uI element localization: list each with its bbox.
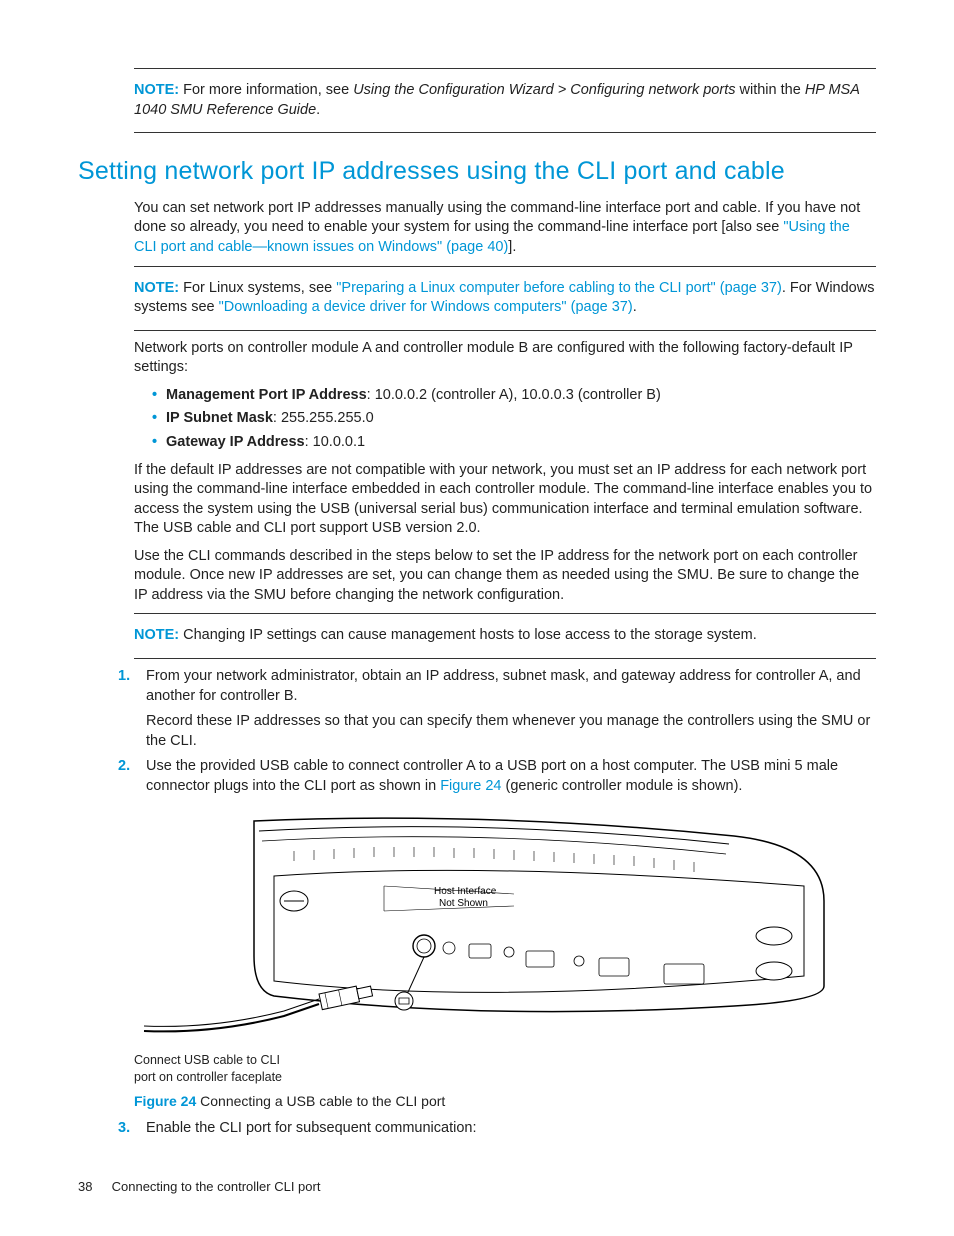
defaults-intro: Network ports on controller module A and…	[134, 339, 876, 378]
rule	[134, 613, 876, 614]
note-2: NOTE: For Linux systems, see "Preparing …	[134, 275, 876, 322]
bullet-gateway: Gateway IP Address: 10.0.0.1	[152, 433, 876, 453]
steps-list-cont: Enable the CLI port for subsequent commu…	[118, 1119, 876, 1139]
controller-diagram-svg: Host Interface Not Shown	[134, 806, 834, 1041]
rule	[134, 658, 876, 659]
para-incompatible: If the default IP addresses are not comp…	[134, 461, 876, 539]
rule	[134, 266, 876, 267]
note-text: .	[633, 299, 637, 315]
step-subtext: Record these IP addresses so that you ca…	[146, 712, 876, 751]
bullet-value: : 255.255.255.0	[273, 410, 374, 426]
bullet-value: : 10.0.0.2 (controller A), 10.0.0.3 (con…	[367, 387, 661, 403]
note-text: .	[316, 102, 320, 118]
bullet-label: Management Port IP Address	[166, 387, 367, 403]
para-cli-commands: Use the CLI commands described in the st…	[134, 547, 876, 606]
link-windows-driver[interactable]: "Downloading a device driver for Windows…	[219, 299, 633, 315]
note-3: NOTE: Changing IP settings can cause man…	[134, 622, 876, 650]
note-text-italic: Using the Configuration Wizard > Configu…	[353, 82, 735, 98]
rule	[134, 330, 876, 331]
figure-text: Connecting a USB cable to the CLI port	[196, 1093, 445, 1109]
diagram-caption-line1: Connect USB cable to CLI	[134, 1053, 280, 1067]
rule-bottom	[134, 132, 876, 133]
note-label: NOTE:	[134, 280, 179, 296]
bullet-mgmt-ip: Management Port IP Address: 10.0.0.2 (co…	[152, 386, 876, 406]
step-text-end: (generic controller module is shown).	[501, 778, 742, 794]
note-label: NOTE:	[134, 627, 179, 643]
note-text: within the	[735, 82, 804, 98]
section-heading: Setting network port IP addresses using …	[78, 155, 876, 189]
bullet-subnet: IP Subnet Mask: 255.255.255.0	[152, 409, 876, 429]
diagram-caption: Connect USB cable to CLI port on control…	[134, 1052, 876, 1086]
defaults-list: Management Port IP Address: 10.0.0.2 (co…	[134, 386, 876, 453]
intro-paragraph: You can set network port IP addresses ma…	[134, 199, 876, 258]
intro-text-end: ].	[508, 239, 516, 255]
step-2: Use the provided USB cable to connect co…	[118, 757, 876, 796]
figure-caption: Figure 24 Connecting a USB cable to the …	[134, 1092, 876, 1111]
note-text: For more information, see	[183, 82, 353, 98]
step-text: Enable the CLI port for subsequent commu…	[146, 1120, 476, 1136]
intro-text: You can set network port IP addresses ma…	[134, 200, 860, 236]
diagram-label-host: Host Interface	[434, 886, 497, 897]
note-label: NOTE:	[134, 82, 179, 98]
figure-label: Figure 24	[134, 1093, 196, 1109]
steps-list: From your network administrator, obtain …	[118, 667, 876, 796]
page-footer: 38 Connecting to the controller CLI port	[78, 1178, 876, 1196]
page-number: 38	[78, 1178, 108, 1196]
figure-diagram: Host Interface Not Shown	[134, 806, 876, 1048]
note-text: Changing IP settings can cause managemen…	[183, 627, 757, 643]
link-linux-prep[interactable]: "Preparing a Linux computer before cabli…	[336, 280, 782, 296]
step-3: Enable the CLI port for subsequent commu…	[118, 1119, 876, 1139]
note-text: For Linux systems, see	[183, 280, 336, 296]
bullet-label: Gateway IP Address	[166, 434, 305, 450]
step-text: From your network administrator, obtain …	[146, 668, 861, 704]
diagram-caption-line2: port on controller faceplate	[134, 1070, 282, 1084]
step-1: From your network administrator, obtain …	[118, 667, 876, 751]
rule-top	[134, 68, 876, 69]
bullet-label: IP Subnet Mask	[166, 410, 273, 426]
bullet-value: : 10.0.0.1	[305, 434, 365, 450]
link-figure-24[interactable]: Figure 24	[440, 778, 501, 794]
note-1: NOTE: For more information, see Using th…	[134, 77, 876, 124]
footer-title: Connecting to the controller CLI port	[112, 1179, 321, 1194]
